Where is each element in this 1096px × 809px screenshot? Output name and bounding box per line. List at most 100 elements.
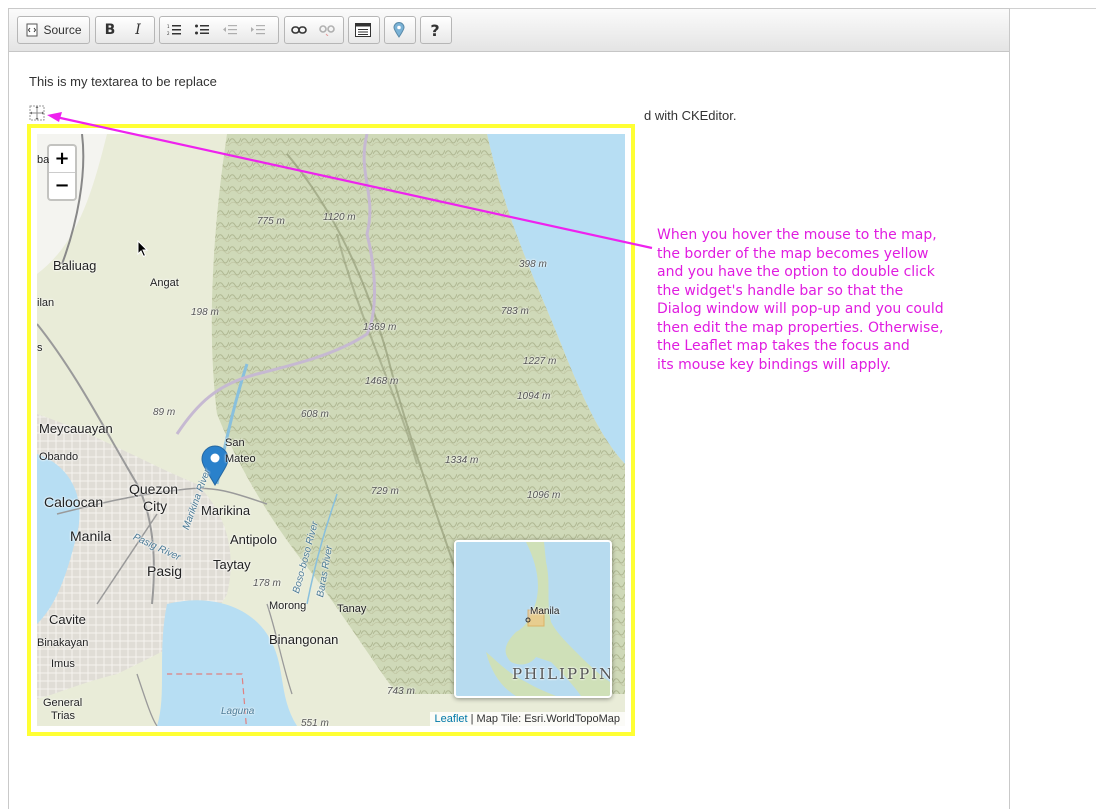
map-label-angat: Angat bbox=[150, 277, 179, 289]
minimap[interactable]: Manila PHILIPPIN bbox=[454, 540, 612, 698]
map-label-trias: Trias bbox=[51, 710, 76, 722]
toolbar-group-leaflet bbox=[384, 16, 416, 44]
about-button[interactable]: ? bbox=[421, 17, 449, 43]
elevation-label: 551 m bbox=[301, 718, 329, 726]
toolbar-group-list: 12 bbox=[159, 16, 279, 44]
elevation-label: 1468 m bbox=[365, 376, 399, 387]
map-label-laguna: Laguna bbox=[221, 706, 255, 717]
map-label-san: San bbox=[225, 437, 245, 449]
zoom-out-button[interactable]: − bbox=[49, 172, 75, 199]
map-label-cavite: Cavite bbox=[49, 612, 86, 627]
elevation-label: 178 m bbox=[253, 578, 281, 589]
elevation-label: 729 m bbox=[371, 486, 399, 497]
bulleted-list-button[interactable] bbox=[188, 17, 216, 43]
map-label-taytay: Taytay bbox=[213, 557, 251, 572]
source-label: Source bbox=[43, 23, 82, 37]
map-label-obando: Obando bbox=[39, 451, 79, 463]
numbered-list-button[interactable]: 12 bbox=[160, 17, 188, 43]
elevation-label: 1227 m bbox=[523, 356, 557, 367]
map-label-ilan: ilan bbox=[37, 297, 55, 309]
link-icon bbox=[291, 26, 307, 34]
map-label-imus: Imus bbox=[51, 658, 75, 670]
toolbar-group-about: ? bbox=[420, 16, 452, 44]
annotation-line: then edit the map properties. Otherwise, bbox=[657, 319, 944, 336]
annotation-line: the widget's handle bar so that the bbox=[657, 282, 904, 299]
map-label-caloocan: Caloocan bbox=[44, 494, 104, 510]
map-label-binangonan: Binangonan bbox=[269, 632, 339, 647]
map-label-baliuag: Baliuag bbox=[53, 258, 97, 273]
elevation-label: 1369 m bbox=[363, 322, 397, 333]
bold-button[interactable]: B bbox=[96, 17, 124, 43]
zoom-control: + − bbox=[47, 144, 77, 201]
elevation-label: 89 m bbox=[153, 407, 176, 418]
numbered-list-icon: 12 bbox=[167, 24, 181, 36]
elevation-label: 775 m bbox=[257, 216, 285, 227]
editor-content[interactable]: This is my textarea to be replace d with… bbox=[9, 52, 1009, 809]
annotation-callout: When you hover the mouse to the map, the… bbox=[657, 226, 997, 374]
toolbar-group-basicstyles: B I bbox=[95, 16, 155, 44]
map-label-morong: Morong bbox=[269, 600, 307, 612]
map-label-tanay: Tanay bbox=[337, 603, 367, 615]
toolbar-group-document-props bbox=[348, 16, 380, 44]
map-label-marikina: Marikina bbox=[201, 503, 251, 518]
elevation-label: 1094 m bbox=[517, 391, 551, 402]
annotation-line: Dialog window will pop-up and you could bbox=[657, 301, 944, 317]
annotation-line: its mouse key bindings will apply. bbox=[657, 356, 891, 373]
paragraph-start: This is my textarea to be replace bbox=[29, 74, 217, 89]
widget-drag-handle-icon[interactable] bbox=[29, 105, 45, 121]
map-label-manila: Manila bbox=[70, 528, 112, 544]
map-label-binakayan: Binakayan bbox=[37, 637, 89, 649]
minimap-label-manila: Manila bbox=[530, 606, 560, 617]
elevation-label: 398 m bbox=[519, 259, 547, 270]
toolbar-group-document: Source bbox=[17, 16, 90, 44]
svg-text:2: 2 bbox=[167, 31, 170, 36]
outdent-icon bbox=[223, 25, 237, 35]
elevation-label: 1096 m bbox=[527, 490, 561, 501]
map-label-s: s bbox=[37, 342, 43, 354]
mouse-cursor-icon bbox=[137, 240, 149, 258]
unlink-icon bbox=[319, 25, 335, 36]
annotation-line: and you have the option to double click bbox=[657, 264, 935, 280]
map-label-city: City bbox=[143, 498, 168, 514]
map-label-mateo: Mateo bbox=[225, 453, 256, 465]
source-icon bbox=[26, 23, 38, 37]
ckeditor: Source B I 12 ? This is my textarea to b… bbox=[8, 8, 1010, 809]
editor-toolbar: Source B I 12 ? bbox=[9, 9, 1009, 52]
zoom-in-button[interactable]: + bbox=[49, 146, 75, 172]
annotation-line: When you hover the mouse to the map, bbox=[657, 227, 937, 243]
elevation-label: 1120 m bbox=[323, 212, 356, 223]
unlink-button[interactable] bbox=[313, 17, 341, 43]
toolbar-group-links bbox=[284, 16, 344, 44]
outdent-button[interactable] bbox=[216, 17, 244, 43]
svg-text:1: 1 bbox=[167, 24, 170, 29]
minimap-label-country: PHILIPPIN bbox=[512, 665, 612, 683]
leaflet-map-widget[interactable]: ba Baliuag Angat ilan s Meycauayan Oband… bbox=[27, 124, 635, 736]
leaflet-map[interactable]: ba Baliuag Angat ilan s Meycauayan Oband… bbox=[37, 134, 625, 726]
elevation-label: 608 m bbox=[301, 409, 329, 420]
map-label-quezon: Quezon bbox=[129, 481, 179, 497]
italic-button[interactable]: I bbox=[124, 17, 152, 43]
link-button[interactable] bbox=[285, 17, 313, 43]
leaflet-link[interactable]: Leaflet bbox=[435, 713, 468, 725]
annotation-line: the Leaflet map takes the focus and bbox=[657, 338, 910, 354]
map-label-general: General bbox=[43, 697, 83, 709]
annotation-line: the border of the map becomes yellow bbox=[657, 245, 929, 262]
source-button[interactable]: Source bbox=[18, 17, 89, 43]
elevation-label: 743 m bbox=[387, 686, 415, 697]
indent-icon bbox=[251, 25, 265, 35]
map-label-meycauayan: Meycauayan bbox=[39, 421, 113, 436]
map-label-pasig: Pasig bbox=[147, 563, 183, 579]
bulleted-list-icon bbox=[195, 24, 209, 35]
indent-button[interactable] bbox=[244, 17, 272, 43]
map-label-antipolo: Antipolo bbox=[230, 532, 277, 547]
show-blocks-button[interactable] bbox=[349, 17, 377, 43]
page-divider bbox=[1010, 8, 1096, 9]
document-icon bbox=[355, 23, 371, 37]
leaflet-map-button[interactable] bbox=[385, 17, 413, 43]
paragraph-end: d with CKEditor. bbox=[644, 108, 737, 123]
attribution-text: | Map Tile: Esri.WorldTopoMap bbox=[467, 713, 620, 725]
map-marker-icon bbox=[393, 22, 405, 38]
map-attribution: Leaflet | Map Tile: Esri.WorldTopoMap bbox=[429, 712, 625, 726]
elevation-label: 783 m bbox=[501, 306, 529, 317]
elevation-label: 1334 m bbox=[445, 455, 479, 466]
